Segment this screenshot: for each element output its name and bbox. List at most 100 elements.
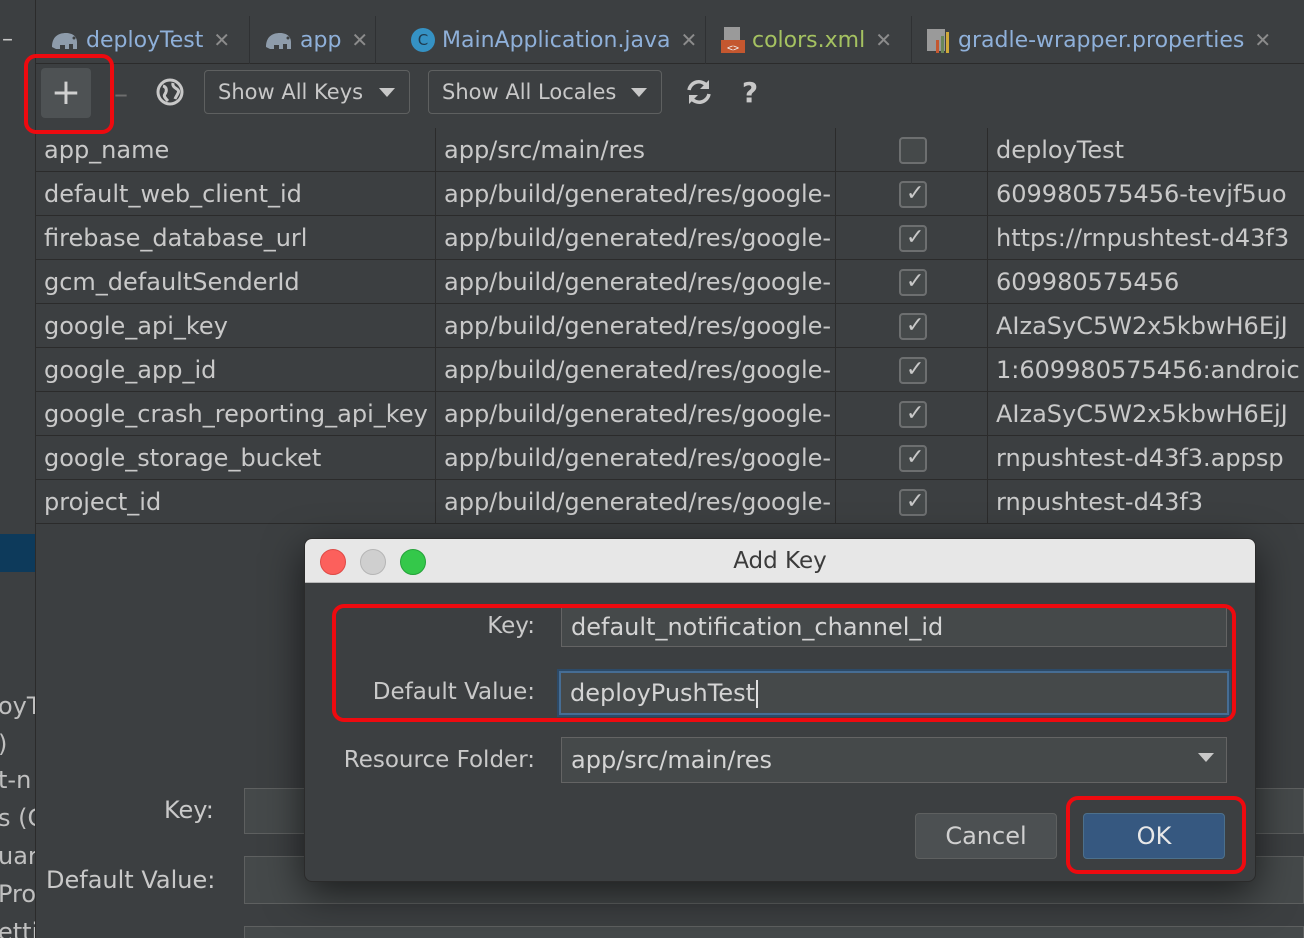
default-value-cell[interactable]: AIzaSyC5W2x5kbwH6EjJ — [988, 304, 1304, 348]
resource-folder-cell[interactable]: app/build/generated/res/google- — [436, 260, 836, 304]
key-cell[interactable]: firebase_database_url — [36, 216, 436, 260]
tab-label: gradle-wrapper.properties — [958, 27, 1245, 53]
resource-folder-cell[interactable]: app/build/generated/res/google- — [436, 436, 836, 480]
key-cell[interactable]: gcm_defaultSenderId — [36, 260, 436, 304]
window-close-icon[interactable] — [320, 549, 346, 575]
resource-folder-cell[interactable]: app/build/generated/res/google- — [436, 304, 836, 348]
key-cell[interactable]: default_web_client_id — [36, 172, 436, 216]
project-tree-fragment[interactable]: etti — [0, 918, 35, 938]
project-tree-fragment[interactable]: uar — [0, 842, 35, 870]
key-cell[interactable]: google_app_id — [36, 348, 436, 392]
project-tree-fragment[interactable]: Pro — [0, 880, 35, 908]
untranslatable-checkbox[interactable]: ✓ — [899, 225, 927, 252]
add-key-button[interactable]: + — [41, 68, 91, 118]
dialog-titlebar[interactable]: Add Key — [305, 539, 1255, 583]
table-row[interactable]: google_crash_reporting_api_key app/build… — [36, 392, 1304, 436]
resource-folder-cell[interactable]: app/build/generated/res/google- — [436, 216, 836, 260]
key-input[interactable]: default_notification_channel_id — [561, 607, 1227, 647]
default-value-cell[interactable]: deployTest — [988, 128, 1304, 172]
untranslatable-checkbox[interactable]: ✓ — [899, 357, 927, 384]
close-tab-icon[interactable]: ✕ — [681, 28, 698, 52]
resource-folder-select[interactable]: app/src/main/res — [561, 737, 1227, 783]
project-tree-fragment[interactable]: oyT — [0, 692, 35, 720]
show-all-keys-dropdown[interactable]: Show All Keys — [204, 70, 410, 114]
untranslatable-checkbox[interactable]: ✓ — [899, 489, 927, 516]
resource-folder-value: app/src/main/res — [571, 746, 773, 774]
tab-app[interactable]: app ✕ — [250, 16, 376, 64]
collapse-panel-icon[interactable]: – — [2, 29, 13, 51]
table-row[interactable]: google_api_key app/build/generated/res/g… — [36, 304, 1304, 348]
tab-gradle-wrapper-properties[interactable]: gradle-wrapper.properties ✕ — [912, 16, 1274, 64]
detail-translation-field[interactable] — [244, 926, 1304, 938]
close-tab-icon[interactable]: ✕ — [213, 28, 230, 52]
dialog-title: Add Key — [733, 548, 827, 574]
tab-mainapplication-java[interactable]: C MainApplication.java ✕ — [396, 16, 706, 64]
svg-text:C: C — [418, 31, 428, 49]
project-tree-fragment[interactable]: s (G — [0, 804, 35, 832]
default-value-cell[interactable]: 609980575456-tevjf5uo — [988, 172, 1304, 216]
untranslatable-checkbox[interactable]: ✓ — [899, 313, 927, 340]
untranslatable-checkbox[interactable]: ✓ — [899, 269, 927, 296]
project-tree-fragment[interactable]: ) — [0, 730, 7, 758]
resource-folder-cell[interactable]: app/build/generated/res/google- — [436, 348, 836, 392]
default-value-cell[interactable]: https://rnpushtest-d43f3 — [988, 216, 1304, 260]
tab-colors-xml[interactable]: <> colors.xml ✕ — [706, 16, 912, 64]
default-value-cell[interactable]: 1:609980575456:androic — [988, 348, 1304, 392]
table-row[interactable]: firebase_database_url app/build/generate… — [36, 216, 1304, 260]
key-cell[interactable]: project_id — [36, 480, 436, 524]
window-maximize-icon[interactable] — [400, 549, 426, 575]
default-value-cell[interactable]: 609980575456 — [988, 260, 1304, 304]
table-row[interactable]: default_web_client_id app/build/generate… — [36, 172, 1304, 216]
project-tree-selected-row[interactable] — [0, 534, 35, 572]
table-row[interactable]: google_storage_bucket app/build/generate… — [36, 436, 1304, 480]
table-row[interactable]: app_name app/src/main/res deployTest — [36, 128, 1304, 172]
key-cell[interactable]: google_storage_bucket — [36, 436, 436, 480]
help-button[interactable]: ? — [736, 74, 764, 110]
add-key-dialog: Add Key Key: default_notification_channe… — [304, 538, 1256, 882]
translations-toolbar: + – Show All Keys Show All Locales ? — [36, 64, 1304, 128]
key-cell[interactable]: app_name — [36, 128, 436, 172]
window-minimize-icon[interactable] — [360, 549, 386, 575]
default-value-input[interactable]: deployPushTest — [559, 671, 1229, 715]
project-tree-fragment[interactable]: t-n — [0, 766, 31, 794]
refresh-icon[interactable] — [682, 74, 716, 110]
close-tab-icon[interactable]: ✕ — [351, 28, 368, 52]
untranslatable-checkbox[interactable]: ✓ — [899, 181, 927, 208]
checkmark-icon: ✓ — [906, 181, 925, 206]
untranslatable-checkbox[interactable] — [899, 137, 927, 164]
gradle-elephant-icon — [50, 29, 80, 51]
resource-folder-cell[interactable]: app/build/generated/res/google- — [436, 392, 836, 436]
tab-label: MainApplication.java — [442, 27, 671, 53]
dropdown-label: Show All Locales — [442, 80, 617, 104]
untranslatable-cell: ✓ — [836, 216, 988, 260]
table-row[interactable]: project_id app/build/generated/res/googl… — [36, 480, 1304, 524]
default-value-text: deployPushTest — [570, 679, 756, 707]
untranslatable-checkbox[interactable]: ✓ — [899, 445, 927, 472]
table-row[interactable]: gcm_defaultSenderId app/build/generated/… — [36, 260, 1304, 304]
resource-folder-cell[interactable]: app/build/generated/res/google- — [436, 172, 836, 216]
show-all-locales-dropdown[interactable]: Show All Locales — [428, 70, 662, 114]
checkmark-icon: ✓ — [906, 225, 925, 250]
resource-folder-cell[interactable]: app/src/main/res — [436, 128, 836, 172]
tab-deploytest[interactable]: deployTest ✕ — [36, 16, 250, 64]
default-value-cell[interactable]: rnpushtest-d43f3 — [988, 480, 1304, 524]
cancel-button[interactable]: Cancel — [915, 813, 1057, 859]
detail-default-value-label: Default Value: — [46, 866, 216, 894]
untranslatable-checkbox[interactable]: ✓ — [899, 401, 927, 428]
properties-file-icon — [926, 26, 952, 54]
close-tab-icon[interactable]: ✕ — [1254, 28, 1271, 52]
add-locale-globe-icon[interactable] — [152, 74, 188, 110]
key-cell[interactable]: google_api_key — [36, 304, 436, 348]
default-value-cell[interactable]: AIzaSyC5W2x5kbwH6EjJ — [988, 392, 1304, 436]
default-value-cell[interactable]: rnpushtest-d43f3.appsp — [988, 436, 1304, 480]
table-row[interactable]: google_app_id app/build/generated/res/go… — [36, 348, 1304, 392]
chevron-down-icon — [1198, 753, 1214, 762]
default-value-label: Default Value: — [372, 679, 535, 705]
untranslatable-cell: ✓ — [836, 304, 988, 348]
close-tab-icon[interactable]: ✕ — [875, 28, 892, 52]
checkmark-icon: ✓ — [906, 313, 925, 338]
resource-folder-cell[interactable]: app/build/generated/res/google- — [436, 480, 836, 524]
ok-button[interactable]: OK — [1083, 813, 1225, 859]
key-cell[interactable]: google_crash_reporting_api_key — [36, 392, 436, 436]
remove-key-button[interactable]: – — [110, 77, 132, 110]
